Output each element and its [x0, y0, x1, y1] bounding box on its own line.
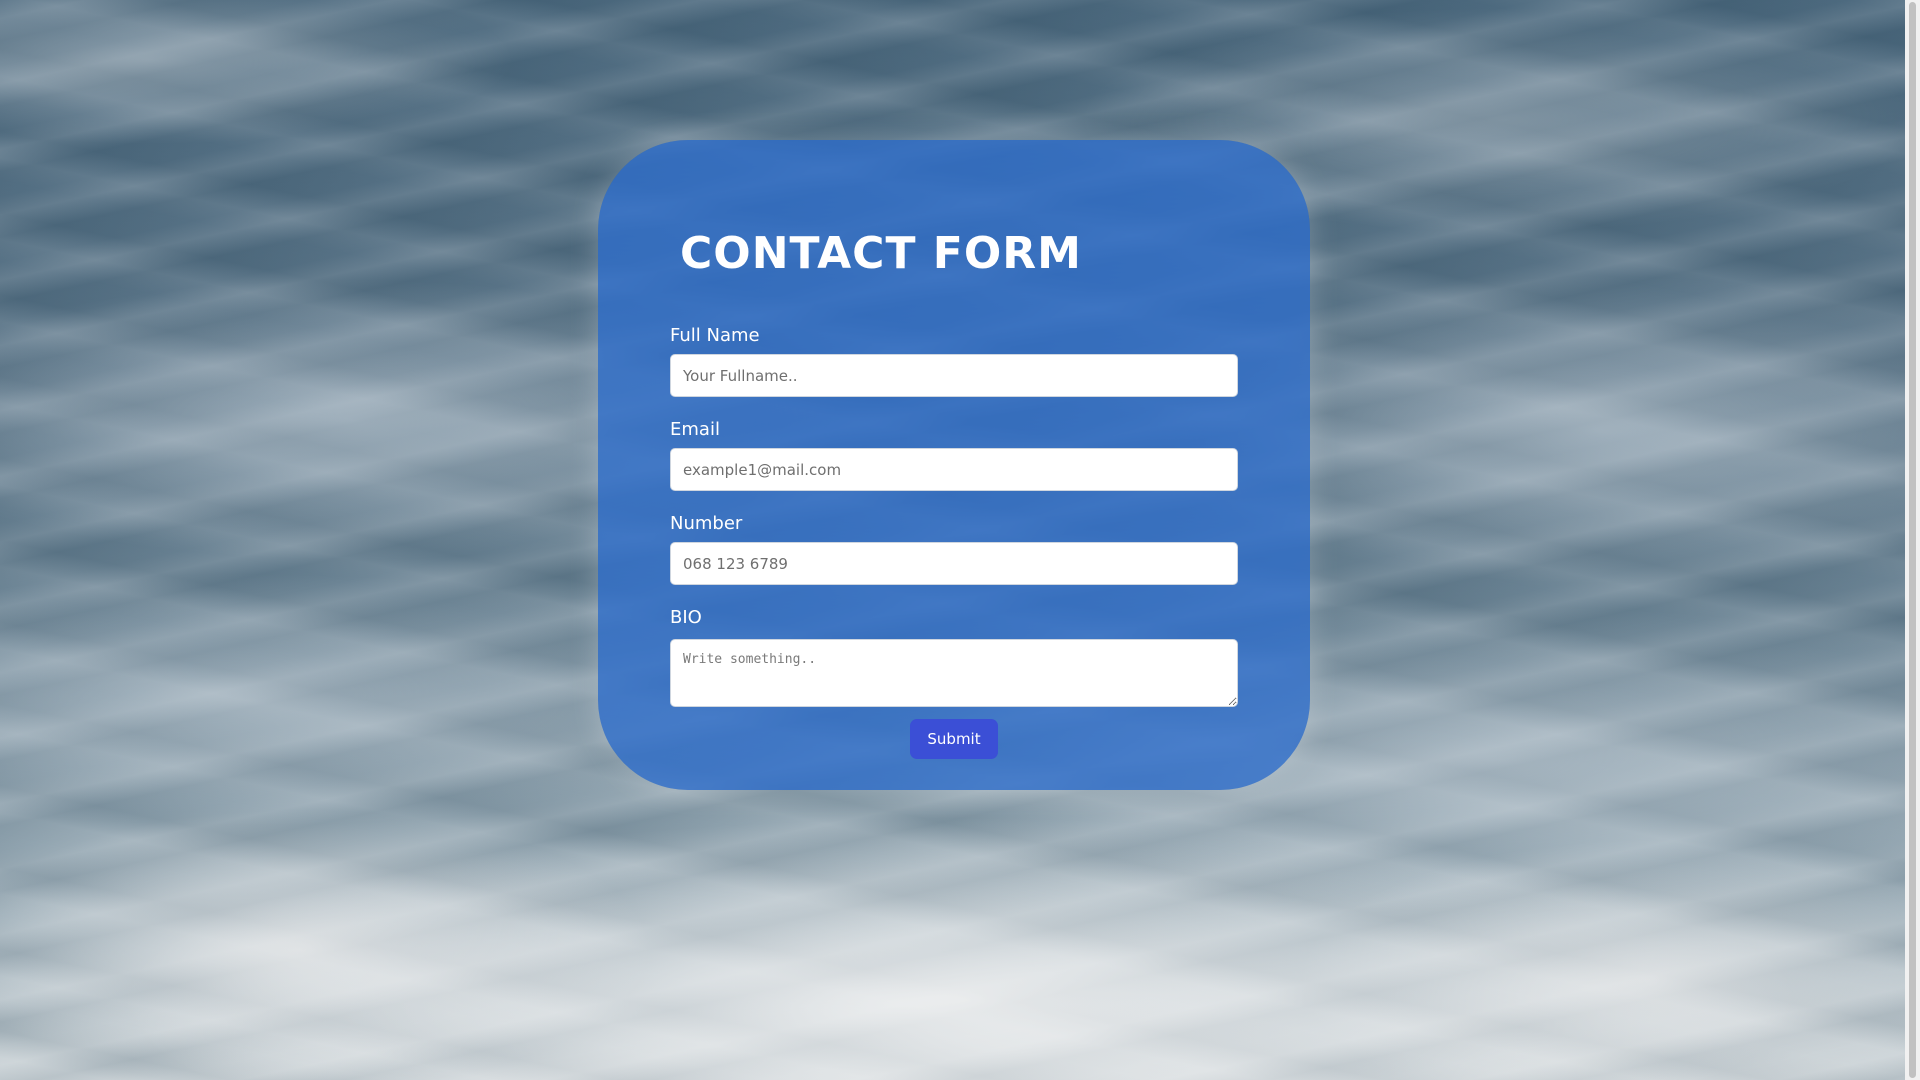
bio-textarea[interactable]	[670, 639, 1238, 707]
page-scrollbar[interactable]	[1905, 0, 1920, 1080]
submit-button[interactable]: Submit	[910, 719, 998, 759]
form-title: CONTACT FORM	[680, 228, 1082, 279]
number-input[interactable]	[670, 542, 1238, 585]
contact-form-card: CONTACT FORM Full Name Email Number BIO …	[598, 140, 1310, 790]
page-background: CONTACT FORM Full Name Email Number BIO …	[0, 0, 1920, 1080]
bio-label: BIO	[670, 607, 702, 628]
scrollbar-thumb[interactable]	[1909, 2, 1916, 1078]
email-input[interactable]	[670, 448, 1238, 491]
full-name-input[interactable]	[670, 354, 1238, 397]
full-name-label: Full Name	[670, 325, 760, 346]
number-label: Number	[670, 513, 743, 534]
email-label: Email	[670, 419, 720, 440]
